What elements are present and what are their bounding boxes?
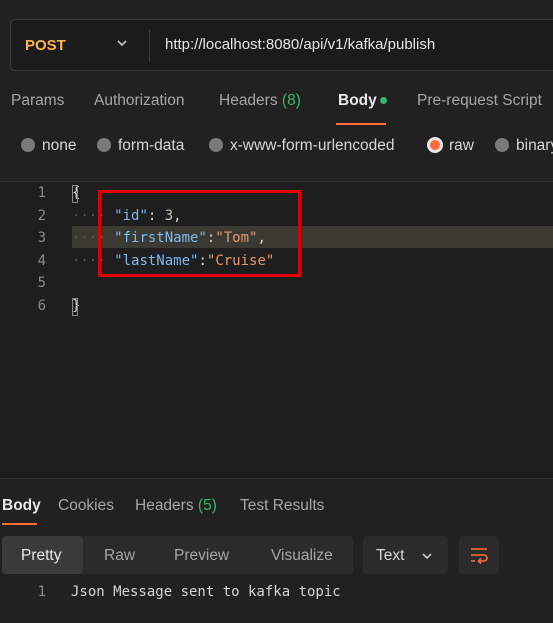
radio-none[interactable] — [21, 138, 35, 152]
response-tab-headers[interactable]: Headers (5) — [135, 497, 217, 515]
radio-none-label[interactable]: none — [42, 137, 76, 155]
annotation-highlight-box — [98, 190, 301, 277]
radio-raw[interactable] — [427, 137, 443, 153]
chevron-down-icon[interactable] — [420, 549, 434, 563]
line-number: 6 — [37, 298, 46, 314]
tab-body[interactable]: Body — [338, 92, 377, 110]
response-tab-body[interactable]: Body — [2, 497, 41, 515]
radio-binary-label[interactable]: binary — [516, 137, 553, 155]
response-tab-headers-label: Headers — [135, 497, 194, 514]
tab-prerequest-script[interactable]: Pre-request Script — [417, 92, 542, 110]
response-body-text: Json Message sent to kafka topic — [71, 584, 341, 600]
line-number: 2 — [37, 208, 46, 224]
line-number: 3 — [37, 230, 46, 246]
wrap-lines-icon — [471, 548, 488, 565]
bracket-match-box — [72, 185, 78, 203]
bracket-match-box — [72, 298, 78, 316]
tab-params[interactable]: Params — [11, 92, 64, 110]
wrap-lines-button[interactable] — [459, 536, 499, 574]
active-tab-indicator — [336, 123, 386, 125]
line-number: 1 — [37, 185, 46, 201]
url-input[interactable]: http://localhost:8080/api/v1/kafka/publi… — [165, 36, 553, 53]
view-pretty-button[interactable]: Pretty — [21, 547, 61, 565]
divider — [149, 30, 150, 62]
request-bar: POST http://localhost:8080/api/v1/kafka/… — [10, 19, 553, 71]
body-modified-dot — [380, 97, 387, 104]
radio-form-data[interactable] — [97, 138, 111, 152]
method-selector[interactable]: POST — [25, 37, 66, 54]
radio-urlencoded-label[interactable]: x-www-form-urlencoded — [230, 137, 395, 155]
view-raw-button[interactable]: Raw — [104, 547, 135, 565]
line-number: 4 — [37, 253, 46, 269]
line-number: 5 — [37, 275, 46, 291]
radio-urlencoded[interactable] — [209, 138, 223, 152]
tab-headers[interactable]: Headers (8) — [219, 92, 301, 110]
active-tab-indicator — [2, 523, 37, 525]
response-tab-cookies[interactable]: Cookies — [58, 497, 114, 515]
view-preview-button[interactable]: Preview — [174, 547, 229, 565]
format-select-label[interactable]: Text — [376, 547, 404, 565]
chevron-down-icon[interactable] — [115, 36, 129, 50]
radio-form-data-label[interactable]: form-data — [118, 137, 184, 155]
headers-count: (8) — [281, 92, 301, 109]
tab-authorization[interactable]: Authorization — [94, 92, 184, 110]
radio-binary[interactable] — [495, 138, 509, 152]
response-tab-test-results[interactable]: Test Results — [240, 497, 324, 515]
response-headers-count: (5) — [197, 497, 217, 514]
response-line-number: 1 — [37, 584, 46, 600]
view-visualize-button[interactable]: Visualize — [271, 547, 333, 565]
tab-headers-label: Headers — [219, 92, 278, 109]
divider — [0, 478, 553, 479]
radio-raw-label[interactable]: raw — [449, 137, 474, 155]
